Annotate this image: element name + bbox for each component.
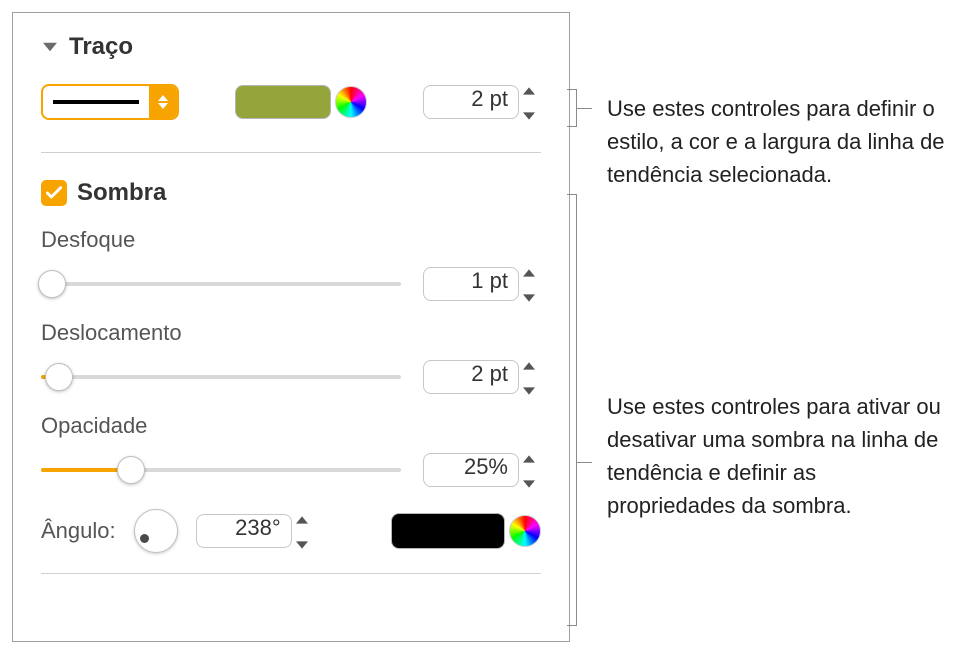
offset-slider[interactable] <box>41 359 401 395</box>
blur-label: Desfoque <box>41 227 541 253</box>
stroke-style-select[interactable] <box>41 84 179 120</box>
blur-input[interactable]: 1 pt <box>423 267 519 301</box>
stepper-up-icon[interactable] <box>523 352 541 376</box>
blur-stepper: 1 pt <box>423 259 541 308</box>
shadow-label: Sombra <box>77 179 166 207</box>
angle-dial[interactable] <box>134 509 178 553</box>
stepper-down-icon[interactable] <box>523 102 541 126</box>
stepper-up-icon[interactable] <box>523 445 541 469</box>
shadow-callout: Use estes controles para ativar ou desat… <box>607 390 945 522</box>
opacity-input[interactable]: 25% <box>423 453 519 487</box>
stepper-down-icon[interactable] <box>523 377 541 401</box>
angle-stepper: 238° <box>196 506 314 555</box>
stroke-header: Traço <box>41 33 541 61</box>
opacity-slider[interactable] <box>41 452 401 488</box>
stroke-title: Traço <box>69 33 133 61</box>
angle-input[interactable]: 238° <box>196 514 292 548</box>
stepper-up-icon[interactable] <box>523 259 541 283</box>
offset-input[interactable]: 2 pt <box>423 360 519 394</box>
color-wheel-icon[interactable] <box>509 515 541 547</box>
blur-block: Desfoque 1 pt <box>41 227 541 308</box>
opacity-stepper: 25% <box>423 445 541 494</box>
stepper-down-icon[interactable] <box>523 284 541 308</box>
divider <box>41 152 541 153</box>
shadow-toggle-row: Sombra <box>41 179 541 207</box>
offset-label: Deslocamento <box>41 320 541 346</box>
shadow-checkbox[interactable] <box>41 180 67 206</box>
stroke-callout: Use estes controles para definir o estil… <box>607 92 945 191</box>
callout-bracket <box>576 194 577 626</box>
blur-slider[interactable] <box>41 266 401 302</box>
dropdown-stepper-icon <box>149 86 177 118</box>
angle-label: Ângulo: <box>41 518 116 544</box>
shadow-color-swatch[interactable] <box>391 513 505 549</box>
opacity-block: Opacidade 25% <box>41 413 541 494</box>
format-panel: Traço 2 pt <box>12 12 570 642</box>
color-wheel-icon[interactable] <box>335 86 367 118</box>
offset-block: Deslocamento 2 pt <box>41 320 541 401</box>
stroke-color-group <box>235 85 367 119</box>
divider <box>41 573 541 574</box>
angle-row: Ângulo: 238° <box>41 506 541 555</box>
line-sample-icon <box>43 100 149 104</box>
stroke-width-stepper: 2 pt <box>423 77 541 126</box>
stroke-controls: 2 pt <box>41 77 541 126</box>
offset-stepper: 2 pt <box>423 352 541 401</box>
stepper-up-icon[interactable] <box>523 77 541 101</box>
stroke-color-swatch[interactable] <box>235 85 331 119</box>
stepper-up-icon[interactable] <box>296 506 314 530</box>
stepper-down-icon[interactable] <box>523 470 541 494</box>
stepper-down-icon[interactable] <box>296 531 314 555</box>
opacity-label: Opacidade <box>41 413 541 439</box>
shadow-color-group <box>391 513 541 549</box>
stroke-width-input[interactable]: 2 pt <box>423 85 519 119</box>
angle-indicator-dot <box>140 534 149 543</box>
callout-bracket <box>576 89 577 127</box>
chevron-down-icon[interactable] <box>41 38 59 56</box>
